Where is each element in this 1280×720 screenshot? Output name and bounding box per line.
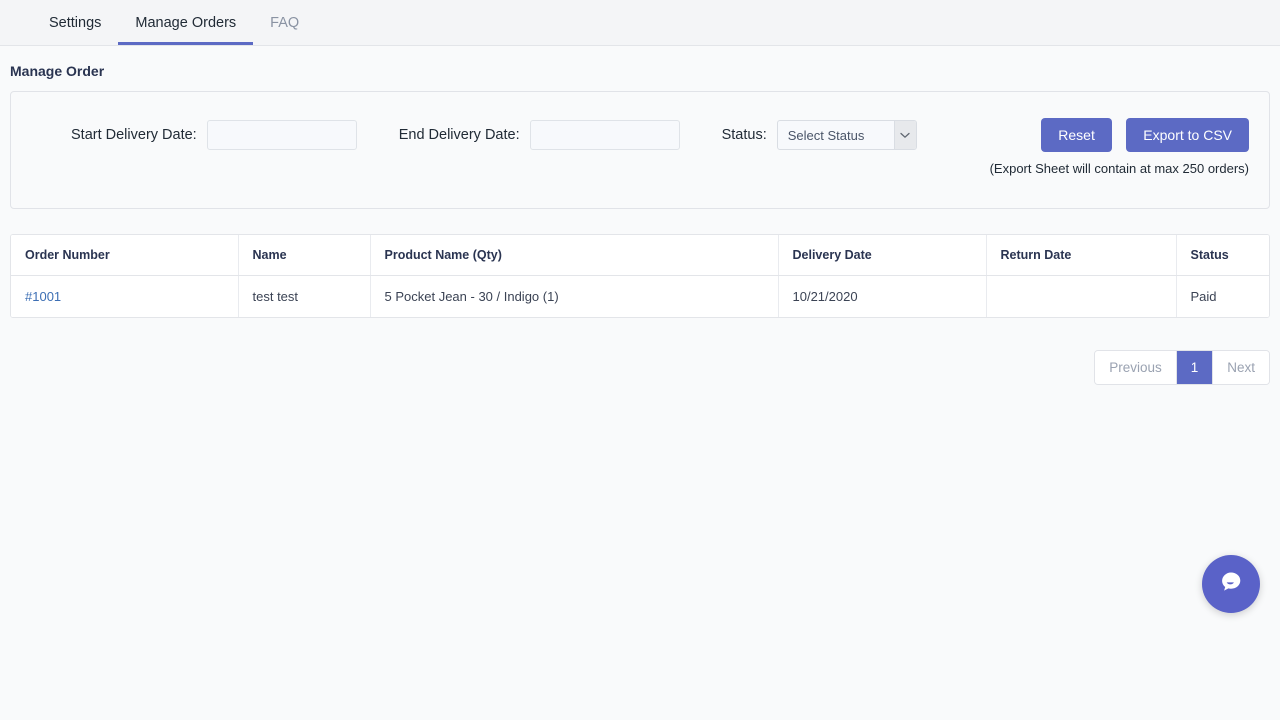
- tab-settings-label: Settings: [49, 15, 101, 31]
- status-label: Status:: [722, 127, 767, 143]
- pagination-next-button[interactable]: Next: [1213, 351, 1269, 384]
- pagination-row: Previous 1 Next: [10, 350, 1270, 385]
- column-header-name: Name: [238, 235, 370, 276]
- orders-table-container: Order Number Name Product Name (Qty) Del…: [10, 234, 1270, 318]
- export-to-csv-button[interactable]: Export to CSV: [1126, 118, 1249, 152]
- pagination: Previous 1 Next: [1094, 350, 1270, 385]
- pagination-previous-button[interactable]: Previous: [1095, 351, 1177, 384]
- page-title: Manage Order: [10, 63, 1270, 79]
- end-delivery-date-input[interactable]: [530, 120, 680, 150]
- column-header-delivery-date: Delivery Date: [778, 235, 986, 276]
- end-delivery-date-label: End Delivery Date:: [399, 127, 520, 143]
- table-row: #1001 test test 5 Pocket Jean - 30 / Ind…: [11, 276, 1269, 318]
- status-field: Status: Select Status: [722, 120, 917, 150]
- start-delivery-date-field: Start Delivery Date:: [71, 120, 357, 150]
- end-delivery-date-field: End Delivery Date:: [399, 120, 680, 150]
- order-number-link[interactable]: #1001: [25, 289, 61, 304]
- start-delivery-date-label: Start Delivery Date:: [71, 127, 197, 143]
- tab-manage-orders-label: Manage Orders: [135, 15, 236, 31]
- tab-faq-label: FAQ: [270, 15, 299, 31]
- start-delivery-date-input[interactable]: [207, 120, 357, 150]
- chat-widget-button[interactable]: [1202, 555, 1260, 613]
- filter-panel: Start Delivery Date: End Delivery Date: …: [10, 91, 1270, 209]
- orders-table: Order Number Name Product Name (Qty) Del…: [11, 235, 1269, 317]
- tab-manage-orders[interactable]: Manage Orders: [118, 0, 253, 45]
- status-select[interactable]: Select Status: [777, 120, 917, 150]
- orders-table-head: Order Number Name Product Name (Qty) Del…: [11, 235, 1269, 276]
- pagination-page-1-button[interactable]: 1: [1177, 351, 1214, 384]
- cell-return-date: [986, 276, 1176, 318]
- tab-settings[interactable]: Settings: [32, 0, 118, 45]
- cell-product-name: 5 Pocket Jean - 30 / Indigo (1): [370, 276, 778, 318]
- chevron-down-icon: [894, 121, 916, 149]
- column-header-product-name: Product Name (Qty): [370, 235, 778, 276]
- export-note: (Export Sheet will contain at max 250 or…: [990, 161, 1249, 176]
- status-select-value: Select Status: [778, 128, 894, 143]
- cell-status: Paid: [1176, 276, 1269, 318]
- table-header-row: Order Number Name Product Name (Qty) Del…: [11, 235, 1269, 276]
- column-header-return-date: Return Date: [986, 235, 1176, 276]
- column-header-order-number: Order Number: [11, 235, 238, 276]
- filter-actions: Reset Export to CSV (Export Sheet will c…: [990, 118, 1249, 176]
- cell-name: test test: [238, 276, 370, 318]
- reset-button[interactable]: Reset: [1041, 118, 1112, 152]
- cell-order-number: #1001: [11, 276, 238, 318]
- tab-faq[interactable]: FAQ: [253, 0, 316, 45]
- cell-delivery-date: 10/21/2020: [778, 276, 986, 318]
- page-content: Manage Order Start Delivery Date: End De…: [0, 63, 1280, 385]
- chat-bubble-icon: [1216, 567, 1246, 602]
- orders-table-body: #1001 test test 5 Pocket Jean - 30 / Ind…: [11, 276, 1269, 318]
- column-header-status: Status: [1176, 235, 1269, 276]
- top-tab-bar: Settings Manage Orders FAQ: [0, 0, 1280, 46]
